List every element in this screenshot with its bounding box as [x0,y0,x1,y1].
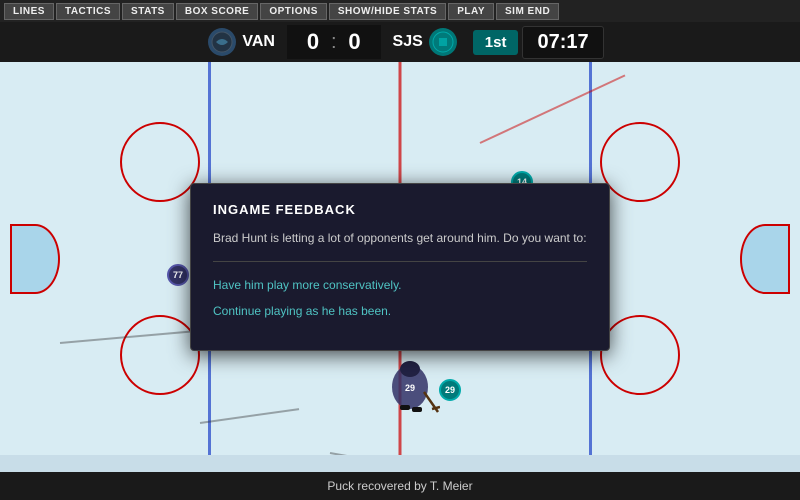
status-text: Puck recovered by T. Meier [327,479,472,493]
dialog-divider [213,261,587,262]
team-left: VAN [196,28,287,56]
options-button[interactable]: OPTIONS [260,3,327,20]
team-right: SJS [381,28,469,56]
dialog-message: Brad Hunt is letting a lot of opponents … [213,229,587,247]
score-right: 0 [345,29,365,55]
scoreboard: VAN 0 : 0 SJS 1st 07:17 [0,22,800,62]
score-separator: : [331,31,337,54]
team-left-logo [208,28,236,56]
diag-line-4 [330,452,409,455]
stats-button[interactable]: STATS [122,3,174,20]
status-bar: Puck recovered by T. Meier [0,472,800,500]
team-left-name: VAN [242,33,275,51]
team-right-logo [429,28,457,56]
dialog-option-1[interactable]: Have him play more conservatively. [213,276,587,294]
show-hide-stats-button[interactable]: SHOW/HIDE STATS [329,3,446,20]
dialog-option-2[interactable]: Continue playing as he has been. [213,302,587,320]
game-clock: 07:17 [522,26,603,59]
team-right-name: SJS [393,33,423,51]
score-left: 0 [303,29,323,55]
hockey-rink: 1477292793 29 INGAME FEEDBACK Brad Hunt … [0,62,800,455]
play-button[interactable]: PLAY [448,3,494,20]
sim-end-button[interactable]: SIM END [496,3,559,20]
lines-button[interactable]: LINES [4,3,54,20]
box-score-button[interactable]: BOX SCORE [176,3,259,20]
score-display: 0 : 0 [287,25,381,59]
dialog-overlay: INGAME FEEDBACK Brad Hunt is letting a l… [0,124,800,410]
dialog-title: INGAME FEEDBACK [213,202,587,217]
tactics-button[interactable]: TACTICS [56,3,120,20]
feedback-dialog: INGAME FEEDBACK Brad Hunt is letting a l… [190,183,610,351]
diag-line-3 [200,408,299,424]
period-display: 1st [473,30,519,55]
top-navigation: LINES TACTICS STATS BOX SCORE OPTIONS SH… [0,0,800,22]
